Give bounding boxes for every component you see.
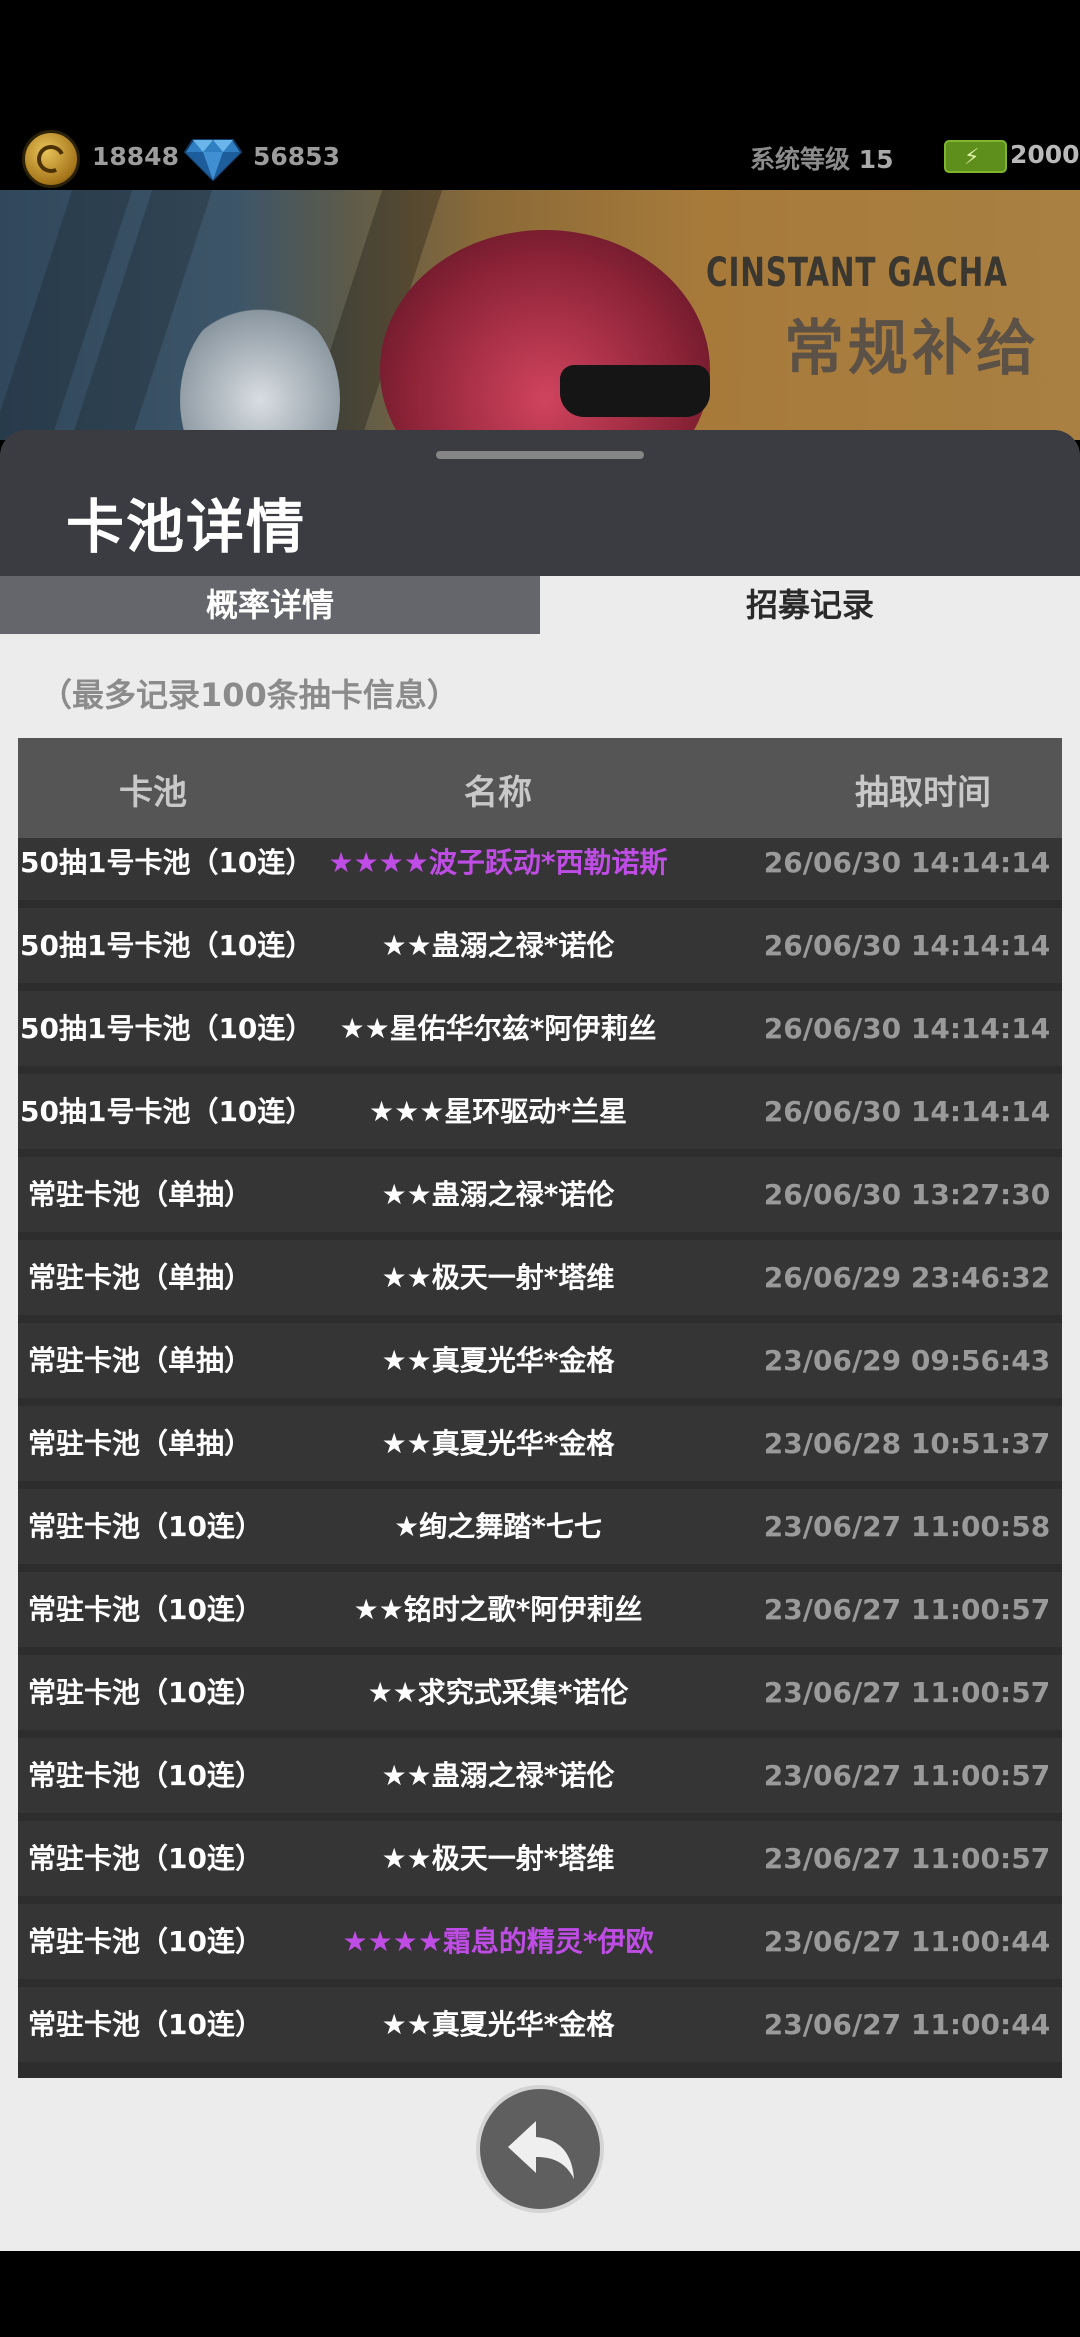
tab-probability-details[interactable]: 概率详情 xyxy=(0,576,540,634)
header-pool: 卡池 xyxy=(119,773,187,813)
table-row: 常驻卡池（10连） ★★真夏光华*金格 23/06/27 11:00:44 xyxy=(18,1987,1062,2062)
row-character-name: ★★真夏光华*金格 xyxy=(381,1427,615,1460)
tab-bar: 概率详情 招募记录 xyxy=(0,576,1080,634)
gacha-banner: CINSTANT GACHA 常规补给 xyxy=(0,190,1080,440)
row-time: 23/06/28 10:51:37 xyxy=(763,1427,1051,1460)
header-time: 抽取时间 xyxy=(855,773,991,813)
banner-title-en: CINSTANT GACHA xyxy=(706,250,1008,296)
row-time: 26/06/30 13:27:30 xyxy=(763,1178,1051,1211)
row-character-name: ★★蛊溺之禄*诺伦 xyxy=(381,929,615,962)
row-time: 23/06/27 11:00:44 xyxy=(763,1925,1051,1958)
history-table[interactable]: 卡池 名称 抽取时间 50抽1号卡池（10连）★★星环驱动*兰星26/06/30… xyxy=(18,738,1062,2078)
character-art-left xyxy=(180,300,340,440)
row-character-name: ★★极天一射*塔维 xyxy=(381,1842,615,1875)
table-header: 卡池 名称 抽取时间 xyxy=(18,738,1062,838)
pool-details-panel-header: 卡池详情 xyxy=(0,430,1080,580)
recruit-history-content: （最多记录100条抽卡信息） 卡池 名称 抽取时间 50抽1号卡池（10连） ★★… xyxy=(0,634,1080,2251)
energy-count: 2000 xyxy=(1010,140,1080,169)
row-time: 26/06/29 23:46:32 xyxy=(763,1261,1051,1294)
row-character-name: ★★★星环驱动*兰星 xyxy=(369,1095,627,1128)
row-character-name: ★★真夏光华*金格 xyxy=(381,2008,615,2041)
row-time: 23/06/27 11:00:57 xyxy=(763,1759,1051,1792)
row-time: 23/06/27 11:00:57 xyxy=(763,1842,1051,1875)
row-character-name: ★★求究式采集*诺伦 xyxy=(367,1676,629,1709)
table-row: 常驻卡池（10连） ★★极天一射*塔维 23/06/27 11:00:57 xyxy=(18,1821,1062,1896)
table-row: 常驻卡池（10连） ★★蛊溺之禄*诺伦 23/06/27 11:00:57 xyxy=(18,1738,1062,1813)
table-row: 常驻卡池（单抽） ★★真夏光华*金格 23/06/29 09:56:43 xyxy=(18,1323,1062,1398)
panel-title: 卡池详情 xyxy=(66,493,307,561)
table-row: 常驻卡池（单抽） ★★蛊溺之禄*诺伦 26/06/30 13:27:30 xyxy=(18,1157,1062,1232)
row-time: 23/06/27 11:00:58 xyxy=(763,1510,1051,1543)
back-button[interactable] xyxy=(476,2085,604,2213)
row-time: 23/06/27 11:00:44 xyxy=(763,2008,1051,2041)
table-row: 50抽1号卡池（10连） ★★★星环驱动*兰星 26/06/30 14:14:14 xyxy=(18,1074,1062,1149)
row-character-name: ★★蛊溺之禄*诺伦 xyxy=(381,1759,615,1792)
row-character-name: ★★★★霜息的精灵*伊欧 xyxy=(342,1925,654,1958)
table-row: 常驻卡池（10连） ★绚之舞踏*七七 23/06/27 11:00:58 xyxy=(18,1489,1062,1564)
row-time: 26/06/30 14:14:14 xyxy=(763,1012,1051,1045)
banner-title-cn: 常规补给 xyxy=(784,314,1040,384)
table-row: 常驻卡池（10连） ★★★★霜息的精灵*伊欧 23/06/27 11:00:44 xyxy=(18,1904,1062,1979)
drag-handle[interactable] xyxy=(436,451,644,459)
table-row: 常驻卡池（10连） ★★求究式采集*诺伦 23/06/27 11:00:57 xyxy=(18,1655,1062,1730)
table-row: 常驻卡池（单抽） ★★真夏光华*金格 23/06/28 10:51:37 xyxy=(18,1406,1062,1481)
table-row: 50抽1号卡池（10连） ★★蛊溺之禄*诺伦 26/06/30 14:14:14 xyxy=(18,908,1062,983)
row-time: 26/06/30 14:14:14 xyxy=(763,929,1051,962)
table-row: 常驻卡池（10连） ★★铭时之歌*阿伊莉丝 23/06/27 11:00:57 xyxy=(18,1572,1062,1647)
coin-icon xyxy=(22,130,80,188)
diamond-icon xyxy=(183,139,243,182)
battery-icon: ⚡ xyxy=(944,140,1007,173)
tab-recruit-history[interactable]: 招募记录 xyxy=(540,576,1080,634)
row-character-name: ★★蛊溺之禄*诺伦 xyxy=(381,1178,615,1211)
coin-count: 18848 xyxy=(92,142,179,171)
header-name: 名称 xyxy=(464,773,532,813)
gacha-screen: 18848 56853 系统等级 15 ⚡ 2000 CINSTANT GACH… xyxy=(0,0,1080,2337)
row-character-name: ★★极天一射*塔维 xyxy=(381,1261,615,1294)
row-character-name: ★★真夏光华*金格 xyxy=(381,1344,615,1377)
system-level: 系统等级 15 xyxy=(750,145,894,174)
table-row: 50抽1号卡池（10连） ★★星佑华尔兹*阿伊莉丝 26/06/30 14:14:1… xyxy=(18,991,1062,1066)
row-character-name: ★★铭时之歌*阿伊莉丝 xyxy=(353,1593,643,1626)
row-time: 23/06/29 09:56:43 xyxy=(763,1344,1051,1377)
row-time: 26/06/30 14:14:14 xyxy=(763,1095,1051,1128)
table-row: 常驻卡池（单抽） ★★极天一射*塔维 26/06/29 23:46:32 xyxy=(18,1240,1062,1315)
resource-bar: 18848 56853 系统等级 15 ⚡ 2000 xyxy=(0,118,1080,194)
history-limit-note: （最多记录100条抽卡信息） xyxy=(40,676,459,714)
row-time: 23/06/27 11:00:57 xyxy=(763,1676,1051,1709)
row-character-name: ★绚之舞踏*七七 xyxy=(394,1510,602,1543)
back-arrow-icon xyxy=(508,2121,574,2179)
character-sunglasses xyxy=(560,365,710,417)
gem-count: 56853 xyxy=(253,142,340,171)
row-time: 23/06/27 11:00:57 xyxy=(763,1593,1051,1626)
row-character-name: ★★星佑华尔兹*阿伊莉丝 xyxy=(339,1012,657,1045)
